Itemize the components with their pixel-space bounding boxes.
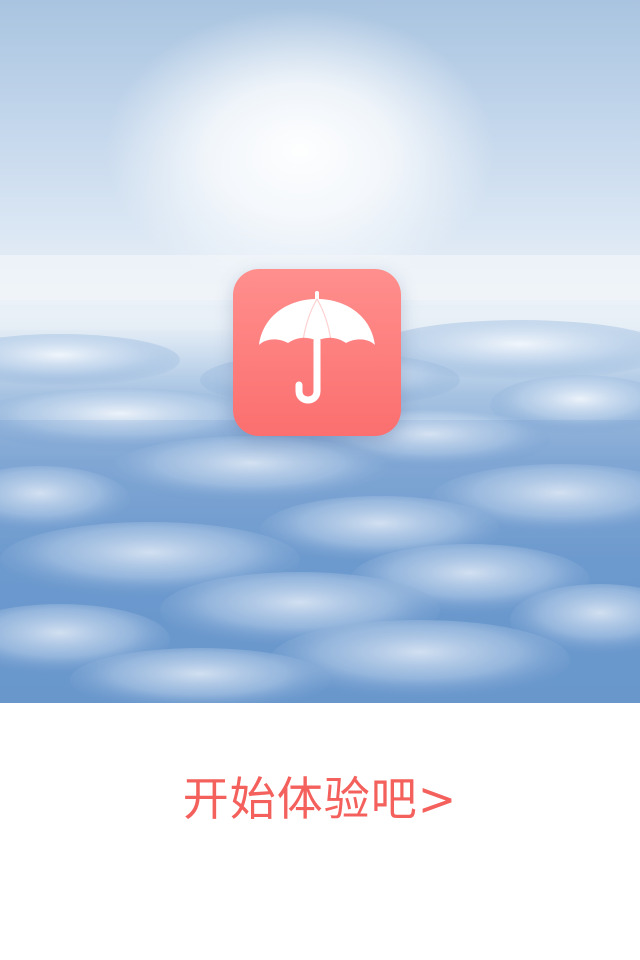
splash-screen: 开始体验吧> xyxy=(0,0,640,960)
app-icon xyxy=(233,269,401,436)
cta-area: 开始体验吧> xyxy=(0,703,640,960)
umbrella-icon xyxy=(259,291,375,404)
start-experience-button[interactable]: 开始体验吧> xyxy=(0,769,640,829)
